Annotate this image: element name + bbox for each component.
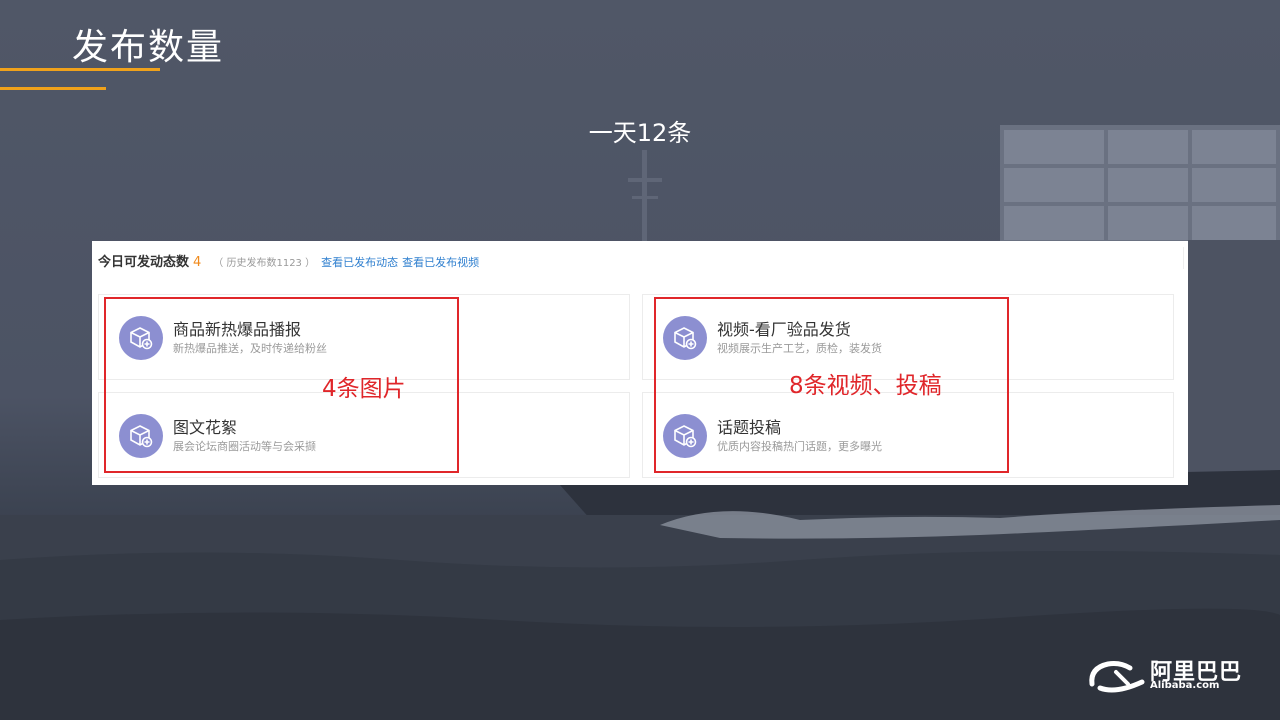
annotation-label-videos: 8条视频、投稿 [789,373,942,399]
header-history-count: （ 历史发布数1123 ） [213,258,316,269]
view-published-posts-link[interactable]: 查看已发布动态 [321,254,398,270]
header-count: 4 [193,255,202,270]
header-title: 今日可发动态数 [98,255,190,270]
slide-title: 发布数量 [72,27,225,68]
panel-header: 今日可发动态数 4 （ 历史发布数1123 ） 查看已发布动态 查看已发布视频 [98,251,483,273]
title-accent-line [0,68,160,71]
header-separator [1183,247,1184,269]
alibaba-logo: 阿里巴巴 Alibaba.com [1086,654,1256,698]
annotation-label-images: 4条图片 [322,376,406,402]
title-accent-line-short [0,87,106,90]
annotation-box-images [104,297,459,473]
logo-english-text: Alibaba.com [1150,680,1220,691]
slide-subtitle: 一天12条 [588,119,692,147]
alibaba-smile-icon [1089,661,1145,693]
view-published-videos-link[interactable]: 查看已发布视频 [402,254,479,270]
